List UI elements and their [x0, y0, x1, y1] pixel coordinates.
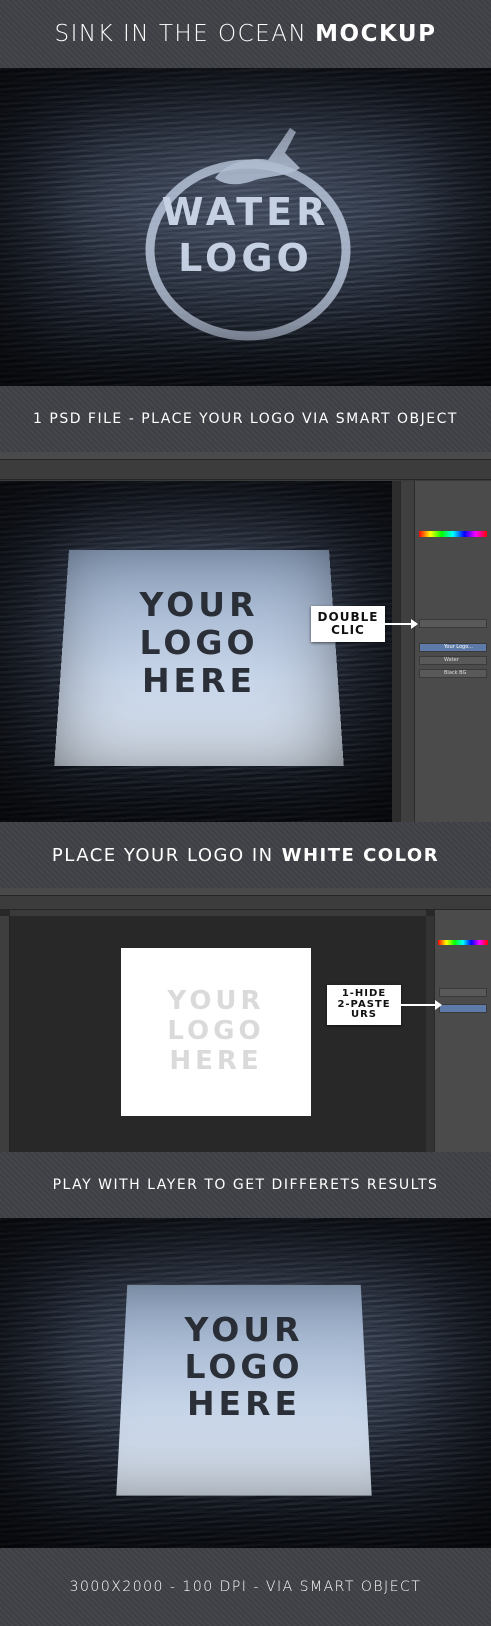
ps2-paper-line3: HERE: [169, 1046, 263, 1076]
ps1-layers-panel: Your Logo... Water Black BG: [414, 481, 491, 822]
section3-caption: PLAY WITH LAYER TO GET DIFFERETS RESULTS: [52, 1177, 439, 1193]
ps2-paper-line2: LOGO: [167, 1016, 265, 1046]
ps2-paper-line1: YOUR: [167, 986, 265, 1016]
section2-caption-bold: WHITE COLOR: [281, 844, 440, 866]
ps2-layer-row-2[interactable]: [439, 1004, 487, 1013]
ps2-scrollbar[interactable]: [426, 916, 434, 1152]
ps1-canvas: YOUR LOGO HERE: [0, 481, 392, 822]
ps1-layer-row-3[interactable]: Water: [419, 656, 487, 665]
ps2-callout: 1-HIDE 2-PASTE URS: [327, 985, 401, 1025]
section2-caption-light: PLACE YOUR LOGO IN: [51, 844, 274, 866]
ps1-layer-row-4[interactable]: Black BG: [419, 669, 487, 678]
ps2-arrow: [401, 1000, 442, 1010]
ps2-layers-panel: [434, 910, 491, 1152]
ps-menubar: [0, 452, 491, 460]
result-ocean-image: YOUR LOGO HERE: [0, 1218, 491, 1548]
ps2-tabs: [10, 910, 426, 916]
footer-band: 3000X2000 - 100 DPI - VIA SMART OBJECT: [0, 1548, 491, 1626]
ps2-layer-row-1[interactable]: [439, 988, 487, 997]
footer-caption: 3000X2000 - 100 DPI - VIA SMART OBJECT: [69, 1579, 422, 1595]
photoshop-screenshot-2: YOUR LOGO HERE 1-HIDE 2-PASTE URS: [0, 888, 491, 1152]
result-paper-line3: HERE: [186, 1384, 302, 1423]
header-title-bold: MOCKUP: [315, 21, 437, 47]
section3-band: PLAY WITH LAYER TO GET DIFFERETS RESULTS: [0, 1152, 491, 1218]
photoshop-screenshot-1: YOUR LOGO HERE Your Logo... Water Black …: [0, 452, 491, 822]
section1-caption: 1 PSD FILE - PLACE YOUR LOGO VIA SMART O…: [33, 411, 458, 427]
section1-band: 1 PSD FILE - PLACE YOUR LOGO VIA SMART O…: [0, 386, 491, 452]
ps1-side-panel: [400, 481, 414, 822]
ps2-options-bar: [0, 896, 491, 910]
hero-logo-line2: LOGO: [178, 236, 313, 280]
ps2-callout-line2: 2-PASTE URS: [337, 998, 391, 1021]
ps1-paper-line3: HERE: [141, 661, 257, 700]
ps1-callout-line2: CLIC: [331, 623, 365, 637]
hero-ocean-image: WATER LOGO: [0, 68, 491, 386]
ps2-color-spectrum: [438, 940, 488, 945]
result-paper-line2: LOGO: [184, 1347, 304, 1386]
ps2-toolbar: [0, 916, 10, 1152]
section2-band: PLACE YOUR LOGO IN WHITE COLOR: [0, 822, 491, 888]
ps1-layer-row-2[interactable]: Your Logo...: [419, 643, 487, 652]
header-title-light: SINK IN THE OCEAN: [54, 21, 308, 47]
color-spectrum: [419, 531, 487, 537]
ps1-paper-line2: LOGO: [139, 623, 259, 662]
header-band: SINK IN THE OCEAN MOCKUP: [0, 0, 491, 68]
ps1-layer-label-3: Black BG: [444, 670, 467, 676]
ps1-arrow: [385, 619, 418, 629]
ps-options-bar: [0, 460, 491, 480]
ps2-menubar: [0, 888, 491, 896]
result-paper-line1: YOUR: [184, 1310, 304, 1349]
ps1-layer-label-1: Your Logo...: [444, 644, 473, 650]
ps1-layer-row-1[interactable]: [419, 619, 487, 628]
hero-logo-line1: WATER: [161, 190, 330, 234]
ps1-scrollbar[interactable]: [392, 481, 400, 822]
ps1-layer-label-2: Water: [444, 657, 459, 663]
ps1-callout: DOUBLE CLIC: [311, 606, 385, 642]
ps1-paper-line1: YOUR: [139, 585, 259, 624]
